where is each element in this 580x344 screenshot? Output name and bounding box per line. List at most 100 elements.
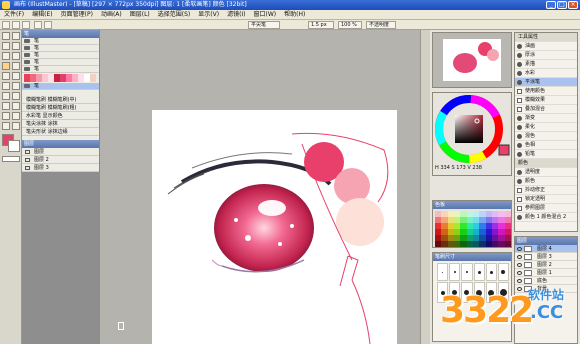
layer-mini-row[interactable]: 图层 2 [22, 156, 99, 164]
gradient-tool-icon[interactable] [12, 92, 20, 100]
property-row[interactable]: 水彩 [515, 69, 577, 78]
tool-prop-row[interactable]: 模糊笔刷 模糊笔刷(中) [22, 96, 99, 104]
property-row[interactable]: 柔化 [515, 123, 577, 132]
brush-item-selected[interactable]: 笔 [22, 83, 99, 90]
brush-item[interactable]: 笔 [22, 59, 99, 66]
size-preset[interactable] [461, 263, 473, 281]
property-row[interactable]: 素描 [515, 60, 577, 69]
zoom-field[interactable]: 100 % [338, 21, 362, 29]
tool-name-field[interactable]: 平尖笔 [248, 21, 280, 29]
layer-row[interactable]: 图层 1 [515, 269, 577, 277]
eye-icon[interactable] [517, 263, 522, 267]
canvas-area[interactable] [100, 30, 430, 344]
navigator-panel[interactable] [432, 32, 512, 88]
ruler-tool-icon[interactable] [12, 112, 20, 120]
zoom-tool-icon[interactable] [12, 32, 20, 40]
new-icon[interactable] [2, 21, 10, 29]
menu-edit[interactable]: 编辑(E) [32, 10, 52, 19]
property-check[interactable]: 模糊效果 [515, 96, 577, 105]
checkbox[interactable] [517, 107, 522, 112]
menu-layer[interactable]: 图层(L) [130, 10, 150, 19]
hand-tool-icon[interactable] [12, 122, 20, 130]
layer-mini-row[interactable]: 图层 3 [22, 164, 99, 172]
property-check[interactable]: 抖动修正 [515, 186, 577, 195]
property-check[interactable]: 使用颜色 [515, 87, 577, 96]
property-row[interactable]: 色相 [515, 141, 577, 150]
color-swatch[interactable] [90, 78, 96, 82]
close-icon[interactable]: × [568, 1, 578, 9]
blend-tool-icon[interactable] [2, 82, 10, 90]
brush-item[interactable]: 笔 [22, 45, 99, 52]
property-row[interactable]: 颜色 [515, 177, 577, 186]
open-icon[interactable] [12, 21, 20, 29]
undo-icon[interactable] [34, 21, 42, 29]
transparent-color-swatch[interactable] [2, 156, 20, 162]
wand-tool-icon[interactable] [2, 52, 10, 60]
maximize-icon[interactable]: □ [557, 1, 567, 9]
property-row[interactable]: 透明度 [515, 168, 577, 177]
property-row[interactable]: 铅笔 [515, 150, 577, 159]
eyedropper-tool-icon[interactable] [12, 52, 20, 60]
palette-swatch[interactable] [504, 241, 511, 247]
eye-icon[interactable] [517, 247, 522, 251]
lasso-tool-icon[interactable] [12, 42, 20, 50]
palette-grid[interactable] [435, 211, 511, 247]
size-preset[interactable] [473, 263, 485, 281]
size-preset[interactable] [449, 263, 461, 281]
eye-icon[interactable] [517, 279, 522, 283]
tool-prop-row[interactable]: 笔尖涂抹 涂抹 [22, 120, 99, 128]
property-check[interactable]: 参照图层 [515, 204, 577, 213]
layer-row[interactable]: 图层 2 [515, 261, 577, 269]
property-row-selected[interactable]: 平涂笔 [515, 78, 577, 87]
eye-icon[interactable] [517, 255, 522, 259]
select-tool-icon[interactable] [2, 42, 10, 50]
property-row[interactable]: 油画 [515, 42, 577, 51]
size-preset[interactable] [437, 263, 449, 281]
fill-tool-icon[interactable] [2, 92, 10, 100]
property-row[interactable]: 颜色 1 颜色混合 2 [515, 213, 577, 222]
brush-size-field[interactable]: 1.5 px [308, 21, 334, 29]
layer-row-selected[interactable]: 图层 4 [515, 245, 577, 253]
checkbox[interactable] [517, 89, 522, 94]
menu-filter[interactable]: 滤镜(I) [227, 10, 245, 19]
menu-select[interactable]: 选择范围(S) [158, 10, 191, 19]
brush-item[interactable]: 笔 [22, 38, 99, 45]
menu-file[interactable]: 文件(F) [4, 10, 24, 19]
vertical-scrollbar[interactable] [420, 30, 430, 344]
menu-help[interactable]: 帮助(H) [284, 10, 305, 19]
brush-item[interactable]: 笔 [22, 52, 99, 59]
checkbox[interactable] [517, 197, 522, 202]
eye-icon[interactable] [517, 271, 522, 275]
minimize-icon[interactable]: _ [546, 1, 556, 9]
color-wheel-panel[interactable]: H 334 S 173 V 238 [432, 92, 512, 176]
layer-mini-row[interactable]: 图层 [22, 148, 99, 156]
pen-tool-icon[interactable] [2, 62, 10, 70]
property-check[interactable]: 叠加混合 [515, 105, 577, 114]
checkbox[interactable] [517, 206, 522, 211]
property-check[interactable]: 锁定透明 [515, 195, 577, 204]
sub-color-swatch[interactable] [8, 140, 20, 152]
redo-icon[interactable] [44, 21, 52, 29]
pencil-tool-icon[interactable] [12, 62, 20, 70]
menu-page[interactable]: 页面管理(P) [61, 10, 93, 19]
property-row[interactable]: 渐变 [515, 114, 577, 123]
color-wheel[interactable] [433, 93, 511, 163]
menu-view[interactable]: 显示(V) [198, 10, 219, 19]
tool-prop-row[interactable]: 笔尖形状 涂抹边缘 [22, 128, 99, 136]
save-icon[interactable] [22, 21, 30, 29]
property-row[interactable]: 厚涂 [515, 51, 577, 60]
tool-prop-row[interactable]: 模糊笔刷 模糊笔刷(粗) [22, 104, 99, 112]
property-row[interactable]: 混色 [515, 132, 577, 141]
checkbox[interactable] [517, 98, 522, 103]
menu-animation[interactable]: 动画(A) [101, 10, 122, 19]
current-color-swatch[interactable] [498, 144, 510, 156]
tool-prop-row[interactable]: 水彩笔 显示颜色 [22, 112, 99, 120]
checkbox[interactable] [517, 188, 522, 193]
brush-tool-icon[interactable] [2, 72, 10, 80]
airbrush-tool-icon[interactable] [12, 72, 20, 80]
drawing-paper[interactable] [152, 110, 397, 344]
eraser-tool-icon[interactable] [12, 82, 20, 90]
brush-item[interactable]: 笔 [22, 66, 99, 73]
figure-tool-icon[interactable] [2, 102, 10, 110]
size-preset[interactable] [485, 263, 497, 281]
